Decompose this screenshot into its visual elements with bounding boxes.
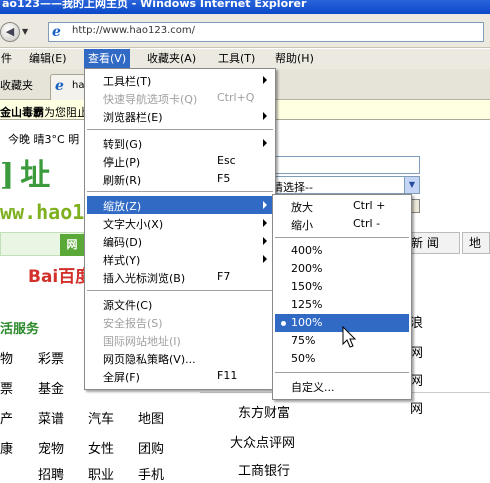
tab-ie-icon: e (55, 78, 64, 94)
menu-file-fragment[interactable]: 件 (0, 49, 12, 68)
mouse-cursor-icon (342, 326, 357, 348)
zoom-in[interactable]: 放大 Ctrl + (275, 197, 409, 215)
life-link[interactable]: 彩票 (38, 348, 64, 367)
zoom-out[interactable]: 缩小 Ctrl - (275, 215, 409, 233)
life-link[interactable]: 康 (0, 438, 13, 457)
view-menu-security-report: 安全报告(S) (103, 317, 163, 330)
submenu-arrow-icon (263, 201, 267, 209)
chevron-down-icon[interactable]: ▼ (404, 177, 419, 193)
zoom-150[interactable]: 150% (275, 278, 409, 296)
site-link[interactable]: 工商银行 (238, 460, 290, 479)
view-menu-text-size[interactable]: 文字大小(X) (87, 214, 273, 232)
menu-separator (275, 372, 409, 373)
view-menu-zoom[interactable]: 缩放(Z) (87, 196, 273, 214)
baidu-logo[interactable]: Bai百度 (28, 262, 92, 287)
history-dropdown-icon[interactable]: ▼ (22, 27, 32, 37)
life-link[interactable]: 手机 (138, 464, 164, 483)
life-link[interactable]: 宠物 (38, 438, 64, 457)
life-link[interactable]: 汽车 (88, 408, 114, 427)
category-select-value: 请选择-- (272, 181, 313, 194)
view-menu: 工具栏(T) 快速导航选项卡(Q) Ctrl+Q 浏览器栏(E) 转到(G) 停止… (84, 68, 276, 390)
favorites-button[interactable]: 收藏夹 (0, 77, 33, 93)
address-url[interactable]: http://www.hao123.com/ (72, 25, 195, 36)
selected-bullet-icon (281, 321, 286, 326)
menu-edit[interactable]: 编辑(E) (25, 49, 71, 68)
window-title-bar: ao123——我的上网主页 - Windows Internet Explore… (0, 0, 490, 14)
view-menu-stop[interactable]: 停止(P) Esc (87, 152, 273, 170)
tab-news[interactable]: 新 闻 (404, 232, 460, 254)
site-logo[interactable]: ]址 (0, 150, 56, 194)
submenu-arrow-icon (263, 237, 267, 245)
life-link[interactable]: 产 (0, 408, 13, 427)
view-menu-toolbars[interactable]: 工具栏(T) (87, 71, 273, 89)
back-arrow-icon: ◀ (5, 25, 15, 38)
site-logo-url[interactable]: ww.hao1 (0, 200, 84, 224)
life-link[interactable]: 女性 (88, 438, 114, 457)
window-title: ao123——我的上网主页 - Windows Internet Explore… (2, 0, 307, 10)
zoom-custom[interactable]: 自定义... (275, 377, 409, 395)
life-link[interactable]: 基金 (38, 378, 64, 397)
menu-help[interactable]: 帮助(H) (271, 49, 318, 68)
menu-favorites[interactable]: 收藏夹(A) (143, 49, 200, 68)
view-menu-source[interactable]: 源文件(C) (87, 295, 273, 313)
view-menu-explorer-bars[interactable]: 浏览器栏(E) (87, 107, 273, 125)
menu-separator (87, 191, 273, 192)
site-link[interactable]: 东方财富 (238, 402, 290, 421)
menu-separator (87, 129, 273, 130)
security-product-name: 金山毒霸 (0, 106, 44, 119)
submenu-arrow-icon (263, 76, 267, 84)
life-link[interactable]: 职业 (88, 464, 114, 483)
view-menu-caret-browsing[interactable]: 插入光标浏览(B) F7 (87, 268, 273, 286)
life-link[interactable]: 招聘 (38, 464, 64, 483)
submenu-arrow-icon (263, 139, 267, 147)
zoom-50[interactable]: 50% (275, 350, 409, 368)
view-menu-quick-tabs: 快速导航选项卡(Q) Ctrl+Q (103, 91, 255, 106)
site-link-fragment[interactable]: 网 (410, 398, 423, 417)
submenu-arrow-icon (263, 219, 267, 227)
search-input[interactable] (270, 156, 420, 174)
menu-bar: 件 编辑(E) 查看(V) 收藏夹(A) 工具(T) 帮助(H) (0, 49, 490, 69)
zoom-125[interactable]: 125% (275, 296, 409, 314)
view-menu-intl-address: 国际网站地址(I) (103, 335, 181, 348)
search-tab-web[interactable]: 网 (60, 234, 84, 256)
submenu-arrow-icon (263, 112, 267, 120)
tab-map[interactable]: 地 (462, 232, 490, 254)
view-menu-fullscreen[interactable]: 全屏(F) F11 (87, 367, 273, 385)
zoom-submenu: 放大 Ctrl + 缩小 Ctrl - 400% 200% 150% 125% 10… (272, 194, 412, 400)
life-link[interactable]: 票 (0, 378, 13, 397)
weather-text[interactable]: 今晚 晴3°C 明 (8, 131, 79, 147)
life-link[interactable]: 团购 (138, 438, 164, 457)
menu-separator (87, 290, 273, 291)
security-message: 为您阻止 (44, 106, 88, 119)
security-notification-text: 金山毒霸为您阻止 (0, 104, 88, 120)
life-link[interactable]: 菜谱 (38, 408, 64, 427)
view-menu-refresh[interactable]: 刷新(R) F5 (87, 170, 273, 188)
view-menu-go-to[interactable]: 转到(G) (87, 134, 273, 152)
menu-tools[interactable]: 工具(T) (214, 49, 259, 68)
life-link[interactable]: 物 (0, 348, 13, 367)
zoom-200[interactable]: 200% (275, 260, 409, 278)
tab-title[interactable]: ha (72, 80, 84, 91)
site-link[interactable]: 大众点评网 (230, 432, 295, 451)
view-menu-encoding[interactable]: 编码(D) (87, 232, 273, 250)
view-menu-privacy-policy[interactable]: 网页隐私策略(V)... (87, 349, 273, 367)
menu-separator (275, 237, 409, 238)
submenu-arrow-icon (263, 255, 267, 263)
ie-page-icon: e (52, 24, 61, 40)
back-button[interactable]: ◀ (0, 22, 20, 42)
view-menu-style[interactable]: 样式(Y) (87, 250, 273, 268)
menu-view[interactable]: 查看(V) (84, 49, 131, 68)
zoom-400[interactable]: 400% (275, 242, 409, 260)
life-services-title: 活服务 (0, 322, 40, 337)
life-link[interactable]: 地图 (138, 408, 164, 427)
